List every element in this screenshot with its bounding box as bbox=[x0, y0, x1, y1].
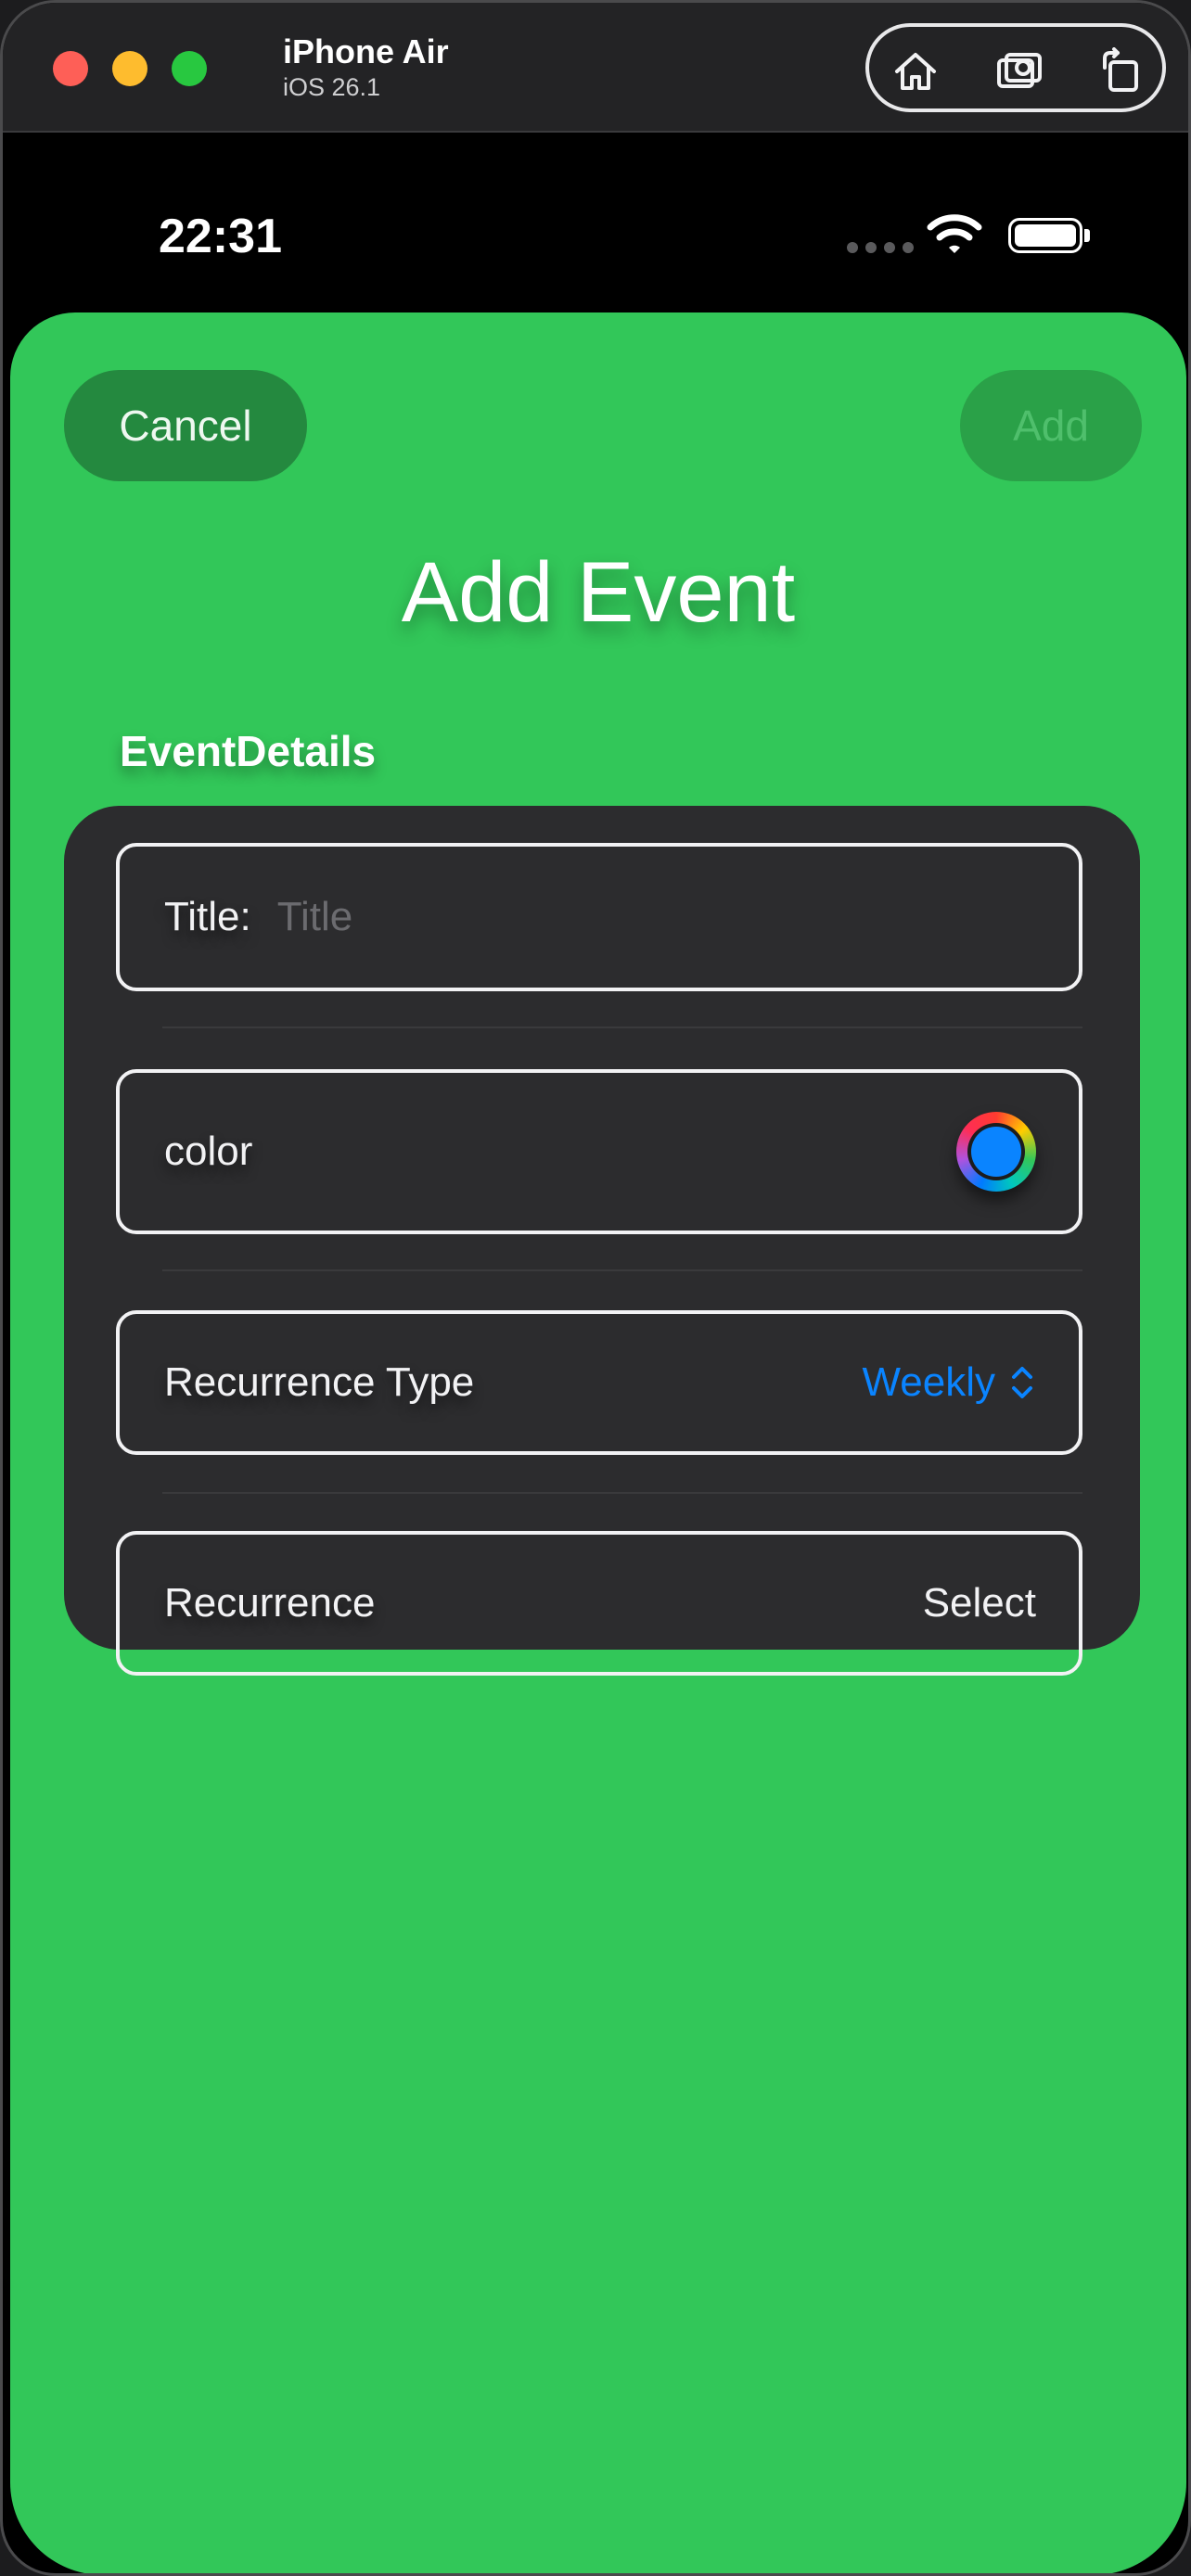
wifi-icon bbox=[927, 214, 982, 253]
color-label: color bbox=[164, 1129, 253, 1174]
screenshot-icon bbox=[997, 53, 1042, 88]
page-title: Add Event bbox=[401, 545, 796, 640]
home-button[interactable] bbox=[888, 44, 943, 99]
add-button[interactable]: Add bbox=[960, 370, 1142, 481]
row-divider bbox=[162, 1492, 1082, 1494]
recurrence-row[interactable]: Recurrence Select bbox=[116, 1531, 1082, 1676]
color-well-ring bbox=[967, 1123, 1025, 1180]
row-divider bbox=[162, 1027, 1082, 1028]
recurrence-label: Recurrence bbox=[164, 1580, 376, 1626]
recurrence-select-button[interactable]: Select bbox=[923, 1580, 1036, 1626]
close-window-button[interactable] bbox=[53, 51, 88, 86]
recurrence-type-row[interactable]: Recurrence Type Weekly bbox=[116, 1310, 1082, 1455]
screenshot-button[interactable] bbox=[992, 44, 1047, 99]
device-name: iPhone Air bbox=[283, 32, 449, 70]
recurrence-type-label: Recurrence Type bbox=[164, 1359, 475, 1405]
add-event-sheet: Cancel Add Add Event EventDetails Title:… bbox=[10, 312, 1186, 2573]
minimize-window-button[interactable] bbox=[112, 51, 147, 86]
rotate-icon bbox=[1103, 47, 1138, 92]
title-row: Title: bbox=[116, 843, 1082, 991]
recurrence-type-picker[interactable]: Weekly bbox=[863, 1359, 1036, 1406]
section-header-event-details: EventDetails bbox=[120, 727, 377, 775]
title-label: Title: bbox=[164, 894, 251, 939]
row-divider bbox=[162, 1269, 1082, 1271]
zoom-window-button[interactable] bbox=[172, 51, 207, 86]
status-time: 22:31 bbox=[159, 210, 282, 263]
event-details-form: Title: color Recurrence Type Weekly bbox=[64, 806, 1140, 1676]
simulator-titlebar: iPhone Air iOS 26.1 bbox=[3, 3, 1188, 133]
recurrence-type-value: Weekly bbox=[862, 1359, 995, 1405]
device-os-version: iOS 26.1 bbox=[283, 73, 381, 101]
color-row: color bbox=[116, 1069, 1082, 1234]
color-picker-well[interactable] bbox=[956, 1112, 1036, 1192]
cancel-button[interactable]: Cancel bbox=[64, 370, 307, 481]
title-input[interactable] bbox=[276, 894, 927, 940]
chevron-up-down-icon bbox=[1012, 1367, 1032, 1398]
simulator-window: iPhone Air iOS 26.1 22:31 Cancel Add Add… bbox=[0, 0, 1191, 2576]
color-swatch bbox=[971, 1127, 1021, 1177]
rotate-button[interactable] bbox=[1094, 44, 1149, 99]
battery-icon bbox=[1008, 218, 1082, 253]
cellular-signal-icon bbox=[847, 242, 914, 253]
simulator-toolbar bbox=[865, 23, 1166, 112]
battery-cap bbox=[1084, 229, 1090, 242]
home-icon bbox=[895, 53, 936, 90]
